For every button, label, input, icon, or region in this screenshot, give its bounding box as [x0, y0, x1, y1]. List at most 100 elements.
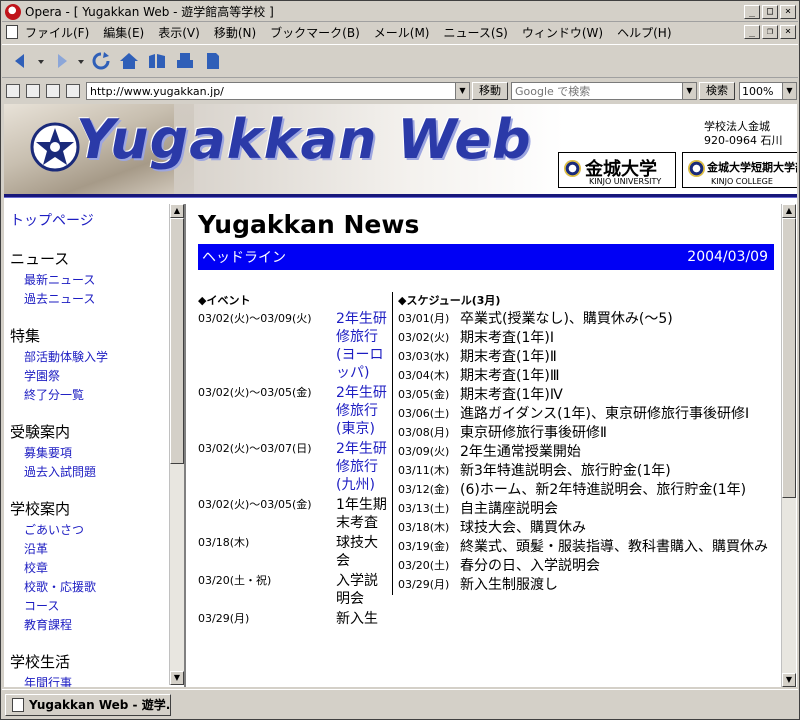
- scroll-down-icon[interactable]: ▼: [170, 671, 184, 685]
- zoom-dropdown[interactable]: ▼: [783, 82, 797, 100]
- nav-link-greeting[interactable]: ごあいさつ: [10, 521, 170, 540]
- uni1-subname: KINJO UNIVERSITY: [589, 177, 662, 186]
- menu-edit[interactable]: 編集(E): [96, 24, 151, 41]
- schedule-text: 新入生制服渡し: [460, 577, 558, 593]
- forward-history-dropdown[interactable]: [76, 48, 86, 74]
- schedule-text: 新3年特進説明会、旅行貯金(1年): [460, 463, 671, 479]
- nav-link-courses[interactable]: コース: [10, 597, 170, 616]
- navigation-toolbar: [2, 44, 798, 78]
- window-title: Opera - [ Yugakkan Web - 遊学館高等学校 ]: [25, 5, 274, 19]
- scroll-up-icon[interactable]: ▲: [782, 204, 796, 218]
- scroll-up-icon[interactable]: ▲: [170, 204, 184, 218]
- scroll-down-icon[interactable]: ▼: [782, 673, 796, 687]
- university-emblem-icon: [564, 160, 581, 177]
- schedule-text: 東京研修旅行事後研修Ⅱ: [460, 425, 607, 441]
- nav-section-news: ニュース: [10, 250, 70, 268]
- event-row: 03/29(月) 新入生: [198, 610, 390, 628]
- nav-link-latest-news[interactable]: 最新ニュース: [10, 271, 170, 290]
- nav-link-past-exams[interactable]: 過去入試問題: [10, 463, 170, 482]
- close-button[interactable]: ×: [780, 4, 796, 19]
- print-button[interactable]: [172, 48, 198, 74]
- menu-bookmarks[interactable]: ブックマーク(B): [263, 24, 367, 41]
- go-button[interactable]: 移動: [472, 82, 508, 100]
- site-banner: Yugakkan Web 学校法人金城 920-0964 石川 金城大学 KIN…: [4, 104, 797, 194]
- reload-icon: [92, 52, 110, 70]
- main-scroll-thumb[interactable]: [782, 218, 796, 498]
- hotlist-button[interactable]: [144, 48, 170, 74]
- schedule-row: 03/04(木) 期末考査(1年)Ⅲ: [398, 367, 776, 385]
- menu-view[interactable]: 表示(V): [151, 24, 207, 41]
- nav-link-club-trial[interactable]: 部活動体験入学: [10, 348, 170, 367]
- main-scrollbar[interactable]: ▲ ▼: [781, 204, 796, 687]
- college-emblem-icon: [688, 160, 705, 177]
- event-row: 03/20(土・祝) 入学説明会: [198, 572, 390, 608]
- event-date: 03/18(木): [198, 536, 250, 549]
- event-text: 球技大会: [336, 535, 378, 569]
- event-text: 新入生: [336, 611, 378, 627]
- nav-scroll-thumb[interactable]: [170, 218, 184, 464]
- page-icon: [207, 53, 219, 69]
- nav-link-emblem[interactable]: 校章: [10, 559, 170, 578]
- site-logo[interactable]: Yugakkan Web: [76, 108, 532, 171]
- schedule-date: 03/09(火): [398, 445, 450, 458]
- page-button[interactable]: [200, 48, 226, 74]
- kinjo-college-link[interactable]: 金城大学短期大学部 KINJO COLLEGE: [682, 152, 797, 188]
- schedule-text: 2年生通常授業開始: [460, 444, 581, 460]
- url-dropdown[interactable]: ▼: [456, 82, 470, 100]
- menu-help[interactable]: ヘルプ(H): [610, 24, 678, 41]
- menu-window[interactable]: ウィンドウ(W): [515, 24, 610, 41]
- search-input[interactable]: [511, 82, 683, 100]
- schedule-row: 03/03(水) 期末考査(1年)Ⅱ: [398, 348, 776, 366]
- minimize-button[interactable]: _: [744, 4, 760, 19]
- url-input[interactable]: [86, 82, 456, 100]
- nav-link-application-guide[interactable]: 募集要項: [10, 444, 170, 463]
- nav-section-school-life: 学校生活: [10, 653, 71, 671]
- home-button[interactable]: [116, 48, 142, 74]
- nav-link-school-festival[interactable]: 学園祭: [10, 367, 170, 386]
- nav-section-admissions: 受験案内: [10, 423, 71, 441]
- event-link[interactable]: 2年生研修旅行(九州): [336, 441, 387, 493]
- schedule-text: 春分の日、入学説明会: [460, 558, 600, 574]
- mdi-close-button[interactable]: ×: [780, 25, 796, 39]
- schedule-date: 03/19(金): [398, 540, 450, 553]
- dropdown-arrow-icon: [38, 60, 44, 64]
- event-link[interactable]: 2年生研修旅行(ヨーロッパ): [336, 311, 387, 381]
- menu-navigate[interactable]: 移動(N): [207, 24, 263, 41]
- schedule-row: 03/01(月) 卒業式(授業なし)、購買休み(～5): [398, 310, 776, 328]
- maximize-button[interactable]: □: [762, 4, 778, 19]
- kinjo-university-link[interactable]: 金城大学 KINJO UNIVERSITY: [558, 152, 676, 188]
- nav-link-past-news[interactable]: 過去ニュース: [10, 290, 170, 309]
- nav-link-curriculum[interactable]: 教育課程: [10, 616, 170, 635]
- nav-link-annual-events[interactable]: 年間行事: [10, 674, 170, 687]
- search-button[interactable]: 検索: [699, 82, 735, 100]
- menu-news[interactable]: ニュース(S): [436, 24, 514, 41]
- page-title: Yugakkan News: [198, 210, 420, 239]
- nav-link-finished-list[interactable]: 終了分一覧: [10, 386, 170, 405]
- back-button[interactable]: [8, 48, 34, 74]
- menu-file[interactable]: ファイル(F): [18, 24, 96, 41]
- forward-button[interactable]: [48, 48, 74, 74]
- reload-button[interactable]: [88, 48, 114, 74]
- nav-link-history[interactable]: 沿革: [10, 540, 170, 559]
- schedule-row: 03/08(月) 東京研修旅行事後研修Ⅱ: [398, 424, 776, 442]
- nav-link-songs[interactable]: 校歌・応援歌: [10, 578, 170, 597]
- document-icon: [6, 25, 18, 39]
- event-link[interactable]: 2年生研修旅行(東京): [336, 385, 387, 437]
- search-engine-dropdown[interactable]: ▼: [683, 82, 697, 100]
- nav-scrollbar[interactable]: ▲ ▼: [169, 204, 184, 685]
- nav-section-features: 特集: [10, 327, 41, 345]
- schedule-date: 03/06(土): [398, 407, 450, 420]
- zoom-field[interactable]: [739, 82, 783, 100]
- back-history-dropdown[interactable]: [36, 48, 46, 74]
- page-tab[interactable]: Yugakkan Web - 遊学...: [5, 693, 171, 716]
- event-row: 03/02(火)～03/05(金) 1年生期末考査: [198, 496, 390, 532]
- mdi-restore-button[interactable]: ❐: [762, 25, 778, 39]
- schedule-row: 03/19(金) 終業式、頭髪・服装指導、教科書購入、購買休み: [398, 538, 776, 556]
- headline-bar: ヘッドライン 2004/03/09: [198, 244, 774, 270]
- home-icon: [120, 53, 138, 69]
- mdi-minimize-button[interactable]: _: [744, 25, 760, 39]
- schedule-text: 期末考査(1年)Ⅳ: [460, 387, 563, 403]
- nav-link-top-page[interactable]: トップページ: [10, 210, 170, 230]
- schedule-date: 03/03(水): [398, 350, 450, 363]
- menu-mail[interactable]: メール(M): [367, 24, 437, 41]
